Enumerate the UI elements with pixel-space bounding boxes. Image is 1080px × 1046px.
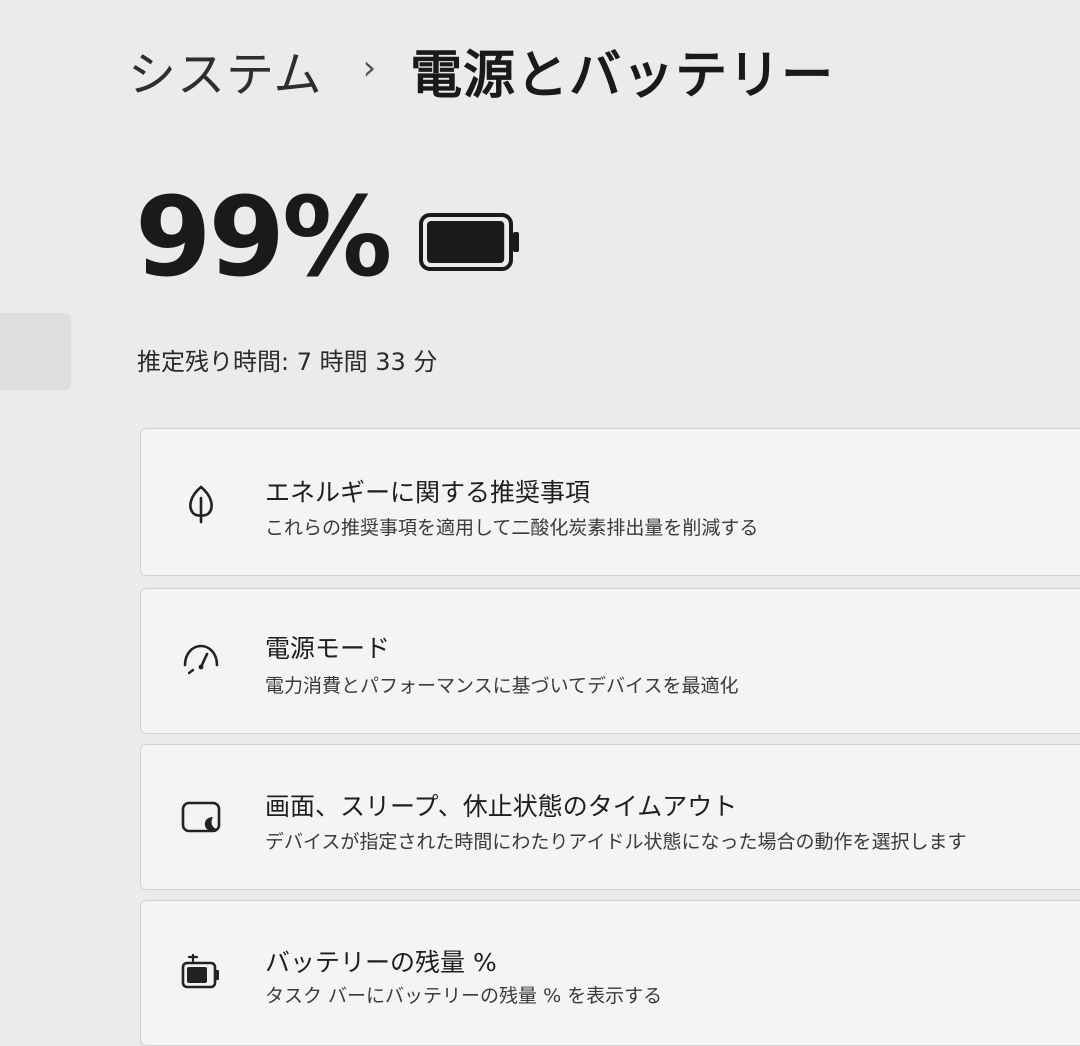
display-sleep-icon [179, 795, 223, 839]
card-title: 電源モード [265, 634, 391, 663]
breadcrumb: システム › 電源とバッテリー [128, 30, 834, 110]
breadcrumb-separator-icon: › [362, 48, 377, 88]
power-mode-card[interactable]: 電源モード 電力消費とパフォーマンスに基づいてデバイスを最適化 [140, 588, 1080, 734]
battery-percentage-card[interactable]: バッテリーの残量 % タスク バーにバッテリーの残量 % を表示する [140, 900, 1080, 1046]
card-title: 画面、スリープ、休止状態のタイムアウト [265, 792, 738, 821]
page-title: 電源とバッテリー [410, 45, 835, 106]
screen-sleep-timeout-card[interactable]: 画面、スリープ、休止状態のタイムアウト デバイスが指定された時間にわたりアイドル… [140, 744, 1080, 890]
battery-percentage-icon [179, 951, 223, 995]
nav-selected-item[interactable] [0, 313, 71, 390]
breadcrumb-parent-link[interactable]: システム [128, 35, 323, 105]
card-description: これらの推奨事項を適用して二酸化炭素排出量を削減する [265, 517, 759, 539]
battery-icon [418, 212, 522, 276]
card-title: バッテリーの残量 % [265, 948, 497, 977]
energy-recommendations-card[interactable]: エネルギーに関する推奨事項 これらの推奨事項を適用して二酸化炭素排出量を削減する [140, 428, 1080, 576]
card-description: 電力消費とパフォーマンスに基づいてデバイスを最適化 [265, 675, 739, 697]
gauge-icon [179, 637, 223, 681]
estimated-remaining-time: 推定残り時間: 7 時間 33 分 [137, 348, 438, 376]
battery-percentage: 99% [135, 173, 392, 301]
leaf-icon [179, 481, 223, 525]
card-description: デバイスが指定された時間にわたりアイドル状態になった場合の動作を選択します [265, 831, 967, 853]
card-description: タスク バーにバッテリーの残量 % を表示する [265, 985, 663, 1007]
card-title: エネルギーに関する推奨事項 [265, 478, 591, 507]
